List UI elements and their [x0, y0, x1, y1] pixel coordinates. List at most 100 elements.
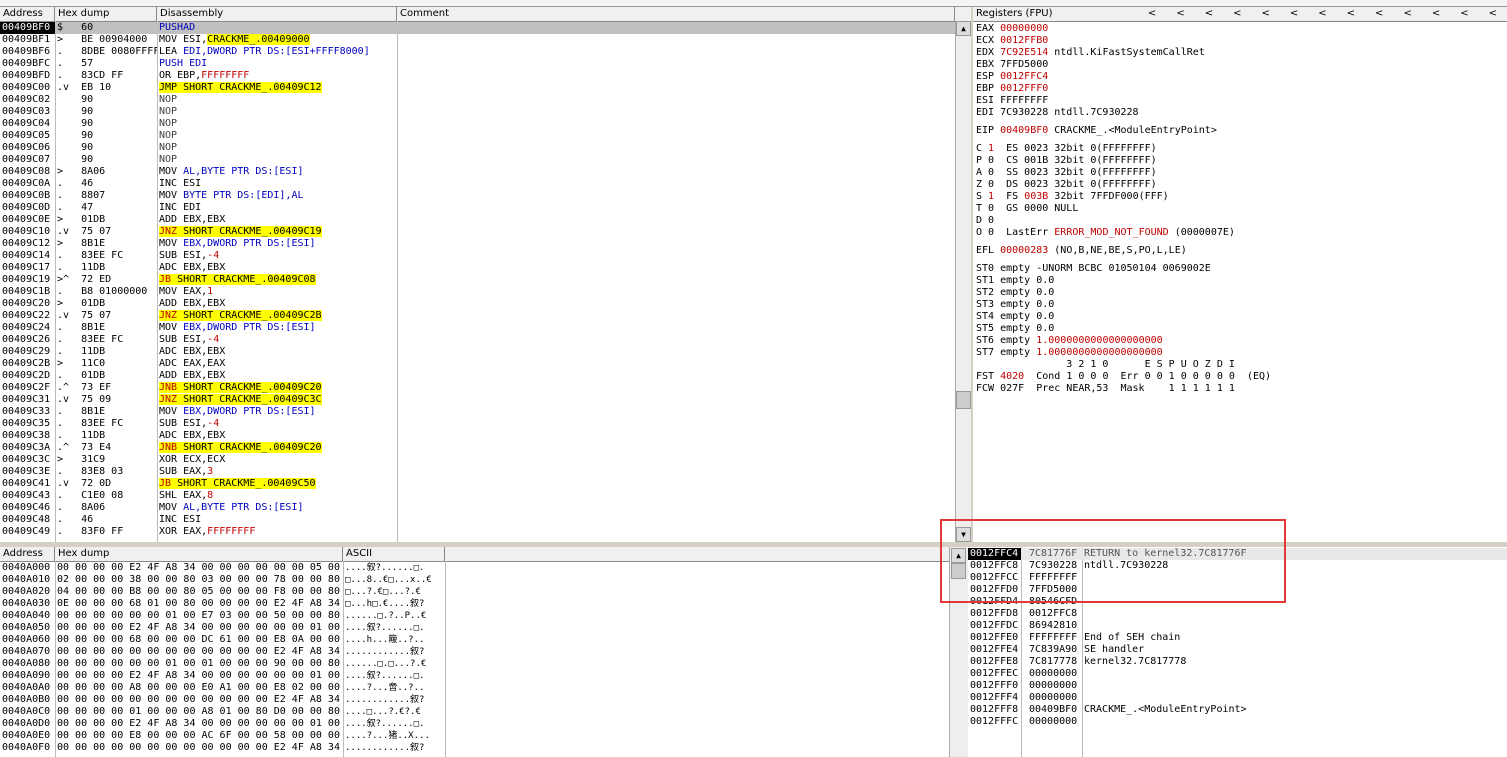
stack-row[interactable]: 0012FFE4 7C839A90 SE handler	[968, 644, 1507, 656]
dump-pane[interactable]: Address Hex dump ASCII 0040A000 00 00 00 …	[0, 547, 966, 757]
disasm-row[interactable]: 00409C1B . B8 01000000 MOV EAX,1	[0, 286, 955, 298]
stack-row[interactable]: 0012FFE8 7C817778 kernel32.7C817778	[968, 656, 1507, 668]
register-line: ST5 empty 0.0	[976, 323, 1055, 334]
disasm-row[interactable]: 00409BFD . 83CD FF OR EBP,FFFFFFFF	[0, 70, 955, 82]
nav-arrow-3[interactable]: <	[1233, 7, 1241, 21]
disasm-row[interactable]: 00409BF0 $ 60 PUSHAD	[0, 22, 955, 34]
disasm-row[interactable]: 00409C2F .^ 73 EF JNB SHORT CRACKME_.00409…	[0, 382, 955, 394]
registers-list[interactable]: EAX 00000000 ECX 0012FFB0 EDX 7C92E514 ntd…	[976, 23, 1496, 395]
disasm-row[interactable]: 00409C2B > 11C0 ADC EAX,EAX	[0, 358, 955, 370]
dump-col-ascii[interactable]: ASCII	[343, 547, 445, 561]
disasm-row[interactable]: 00409C14 . 83EE FC SUB ESI,-4	[0, 250, 955, 262]
dump-row[interactable]: 0040A090 00 00 00 00 E2 4F A8 34 00 00 00…	[0, 670, 960, 682]
dump-row[interactable]: 0040A0A0 00 00 00 00 A8 00 00 00 E0 A1 00…	[0, 682, 960, 694]
disasm-row[interactable]: 00409BF1 > BE 00904000 MOV ESI,CRACKME_.00…	[0, 34, 955, 46]
disasm-row[interactable]: 00409C07 90 NOP	[0, 154, 955, 166]
nav-arrow-2[interactable]: <	[1205, 7, 1213, 21]
scroll-up-arrow[interactable]: ▲	[956, 21, 971, 36]
dump-row[interactable]: 0040A0D0 00 00 00 00 E2 4F A8 34 00 00 00…	[0, 718, 960, 730]
nav-arrow-4[interactable]: <	[1261, 7, 1269, 21]
registers-pane[interactable]: Registers (FPU) < < < < < < < < < < < < < EAX 000000…	[973, 7, 1507, 542]
disasm-row[interactable]: 00409C19 >^ 72 ED JB SHORT CRACKME_.00409C…	[0, 274, 955, 286]
dump-col-address[interactable]: Address	[0, 547, 55, 561]
nav-arrow-0[interactable]: <	[1148, 7, 1156, 21]
disassembly-pane[interactable]: Address Hex dump Disassembly Comment 004…	[0, 7, 971, 542]
col-disasm[interactable]: Disassembly	[157, 7, 397, 21]
disasm-row[interactable]: 00409C3C > 31C9 XOR ECX,ECX	[0, 454, 955, 466]
dump-row[interactable]: 0040A000 00 00 00 00 E2 4F A8 34 00 00 00…	[0, 562, 960, 574]
disasm-row[interactable]: 00409BF6 . 8DBE 0080FFFF LEA EDI,DWORD PTR…	[0, 46, 955, 58]
disasm-row[interactable]: 00409C06 90 NOP	[0, 142, 955, 154]
dump-row[interactable]: 0040A080 00 00 00 00 00 00 01 00 01 00 00…	[0, 658, 960, 670]
disasm-row[interactable]: 00409C03 90 NOP	[0, 106, 955, 118]
nav-arrow-11[interactable]: <	[1460, 7, 1468, 21]
stack-row[interactable]: 0012FFD8 0012FFC8	[968, 608, 1507, 620]
nav-arrow-6[interactable]: <	[1318, 7, 1326, 21]
registers-nav[interactable]: < < < < < < < < < < < < <	[1148, 7, 1507, 21]
nav-arrow-1[interactable]: <	[1176, 7, 1184, 21]
disassembly-list[interactable]: 00409BF0 $ 60 PUSHAD 00409BF1 > BE 00904000 M…	[0, 22, 955, 538]
dump-row[interactable]: 0040A0F0 00 00 00 00 00 00 00 00 00 00 00…	[0, 742, 960, 754]
disasm-row[interactable]: 00409C0A . 46 INC ESI	[0, 178, 955, 190]
nav-arrow-12[interactable]: <	[1489, 7, 1497, 21]
col-address[interactable]: Address	[0, 7, 55, 21]
disasm-row[interactable]: 00409C41 .v 72 0D JB SHORT CRACKME_.00409C…	[0, 478, 955, 490]
disasm-row[interactable]: 00409C38 . 11DB ADC EBX,EBX	[0, 430, 955, 442]
disasm-row[interactable]: 00409C20 > 01DB ADD EBX,EBX	[0, 298, 955, 310]
disasm-row[interactable]: 00409C29 . 11DB ADC EBX,EBX	[0, 346, 955, 358]
dump-row[interactable]: 0040A070 00 00 00 00 00 00 00 00 00 00 00…	[0, 646, 960, 658]
disasm-row[interactable]: 00409C33 . 8B1E MOV EBX,DWORD PTR DS:[ESI]	[0, 406, 955, 418]
disasm-row[interactable]: 00409C08 > 8A06 MOV AL,BYTE PTR DS:[ESI]	[0, 166, 955, 178]
scroll-thumb[interactable]	[956, 391, 971, 409]
dump-col-hex[interactable]: Hex dump	[55, 547, 343, 561]
dump-row[interactable]: 0040A0C0 00 00 00 00 01 00 00 00 A8 01 00…	[0, 706, 960, 718]
disasm-row[interactable]: 00409BFC . 57 PUSH EDI	[0, 58, 955, 70]
dump-list[interactable]: 0040A000 00 00 00 00 E2 4F A8 34 00 00 00…	[0, 562, 960, 754]
dump-row[interactable]: 0040A0E0 00 00 00 00 E8 00 00 00 AC 6F 00…	[0, 730, 960, 742]
dump-row[interactable]: 0040A0B0 00 00 00 00 00 00 00 00 00 00 00…	[0, 694, 960, 706]
col-comment[interactable]: Comment	[397, 7, 955, 21]
dump-row[interactable]: 0040A020 04 00 00 00 B8 00 00 80 05 00 00…	[0, 586, 960, 598]
nav-arrow-7[interactable]: <	[1347, 7, 1355, 21]
disasm-row[interactable]: 00409C3A .^ 73 E4 JNB SHORT CRACKME_.00409…	[0, 442, 955, 454]
disasm-row[interactable]: 00409C0D . 47 INC EDI	[0, 202, 955, 214]
disasm-row[interactable]: 00409C0E > 01DB ADD EBX,EBX	[0, 214, 955, 226]
stack-row[interactable]: 0012FFFC 00000000	[968, 716, 1507, 728]
disasm-row[interactable]: 00409C2D . 01DB ADD EBX,EBX	[0, 370, 955, 382]
stack-row[interactable]: 0012FFEC 00000000	[968, 668, 1507, 680]
stack-row[interactable]: 0012FFF4 00000000	[968, 692, 1507, 704]
disasm-row[interactable]: 00409C02 90 NOP	[0, 94, 955, 106]
stack-row[interactable]: 0012FFE0 FFFFFFFF End of SEH chain	[968, 632, 1507, 644]
nav-arrow-5[interactable]: <	[1290, 7, 1298, 21]
stack-row[interactable]: 0012FFF8 00409BF0 CRACKME_.<ModuleEntryPoi…	[968, 704, 1507, 716]
dump-row[interactable]: 0040A060 00 00 00 00 68 00 00 00 DC 61 00…	[0, 634, 960, 646]
disasm-row[interactable]: 00409C00 .v EB 10 JMP SHORT CRACKME_.00409…	[0, 82, 955, 94]
col-hex[interactable]: Hex dump	[55, 7, 157, 21]
dump-row[interactable]: 0040A010 02 00 00 00 38 00 00 80 03 00 00…	[0, 574, 960, 586]
dump-row[interactable]: 0040A040 00 00 00 00 00 00 01 00 E7 03 00…	[0, 610, 960, 622]
disasm-row[interactable]: 00409C26 . 83EE FC SUB ESI,-4	[0, 334, 955, 346]
nav-arrow-10[interactable]: <	[1432, 7, 1440, 21]
disasm-row[interactable]: 00409C04 90 NOP	[0, 118, 955, 130]
disassembly-scrollbar[interactable]: ▲ ▼	[955, 21, 971, 542]
nav-arrow-9[interactable]: <	[1403, 7, 1411, 21]
disasm-row[interactable]: 00409C22 .v 75 07 JNZ SHORT CRACKME_.00409…	[0, 310, 955, 322]
disasm-row[interactable]: 00409C35 . 83EE FC SUB ESI,-4	[0, 418, 955, 430]
disasm-row[interactable]: 00409C48 . 46 INC ESI	[0, 514, 955, 526]
disasm-row[interactable]: 00409C17 . 11DB ADC EBX,EBX	[0, 262, 955, 274]
disasm-row[interactable]: 00409C0B . 8807 MOV BYTE PTR DS:[EDI],AL	[0, 190, 955, 202]
nav-arrow-8[interactable]: <	[1375, 7, 1383, 21]
dump-row[interactable]: 0040A050 00 00 00 00 E2 4F A8 34 00 00 00…	[0, 622, 960, 634]
disasm-row[interactable]: 00409C10 .v 75 07 JNZ SHORT CRACKME_.00409…	[0, 226, 955, 238]
disasm-row[interactable]: 00409C24 . 8B1E MOV EBX,DWORD PTR DS:[ESI]	[0, 322, 955, 334]
dump-row[interactable]: 0040A030 0E 00 00 00 68 01 00 80 00 00 00…	[0, 598, 960, 610]
disasm-row[interactable]: 00409C12 > 8B1E MOV EBX,DWORD PTR DS:[ESI]	[0, 238, 955, 250]
disasm-row[interactable]: 00409C49 . 83F0 FF XOR EAX,FFFFFFFF	[0, 526, 955, 538]
stack-row[interactable]: 0012FFF0 00000000	[968, 680, 1507, 692]
disasm-row[interactable]: 00409C43 . C1E0 08 SHL EAX,8	[0, 490, 955, 502]
stack-row[interactable]: 0012FFDC 86942810	[968, 620, 1507, 632]
disasm-row[interactable]: 00409C05 90 NOP	[0, 130, 955, 142]
disasm-row[interactable]: 00409C3E . 83E8 03 SUB EAX,3	[0, 466, 955, 478]
disasm-row[interactable]: 00409C46 . 8A06 MOV AL,BYTE PTR DS:[ESI]	[0, 502, 955, 514]
disasm-row[interactable]: 00409C31 .v 75 09 JNZ SHORT CRACKME_.00409…	[0, 394, 955, 406]
